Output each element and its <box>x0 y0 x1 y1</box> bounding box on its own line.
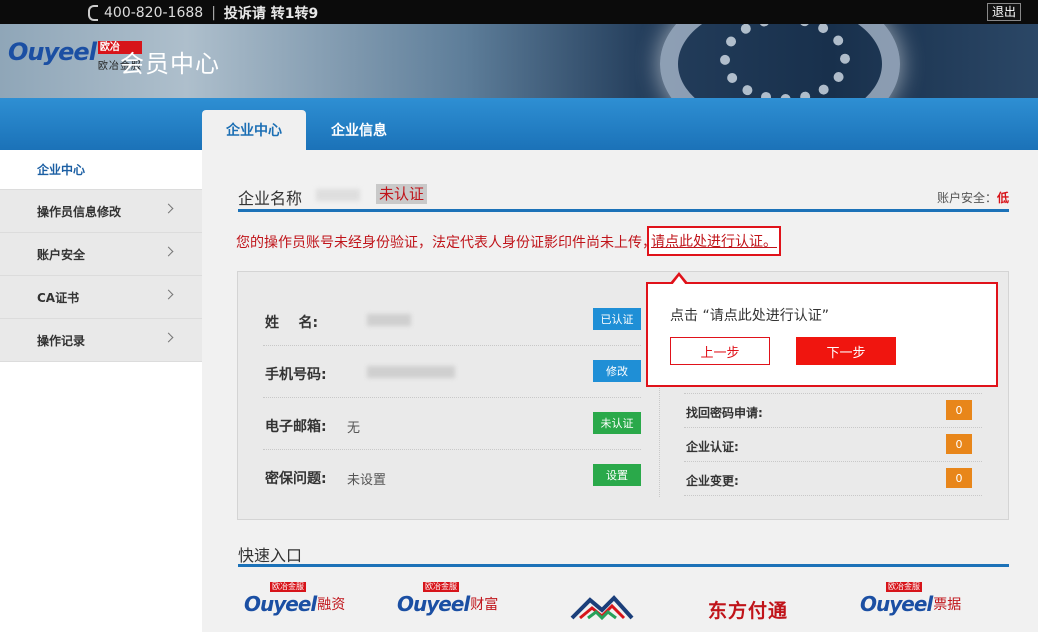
info-key: 手机号码: <box>265 367 327 383</box>
quick-link-dongfang[interactable]: 东方付通 <box>708 596 788 623</box>
email-verify-button[interactable]: 未认证 <box>593 412 641 434</box>
quick-word: Ouyeel <box>244 592 317 616</box>
quick-suffix: 融资 <box>317 597 346 613</box>
hotline: 400-820-1688 | 投诉请 转1转9 <box>88 3 318 23</box>
sidebar-item-label: 操作记录 <box>37 333 86 348</box>
quick-link-bills[interactable]: 欧冶金服 Ouyeel 票据 <box>860 582 962 616</box>
info-key: 密保问题: <box>265 471 327 487</box>
right-key: 企业认证: <box>686 440 739 454</box>
set-question-button[interactable]: 设置 <box>593 464 641 486</box>
phone-number: 400-820-1688 <box>104 5 204 21</box>
quick-suffix: 票据 <box>933 597 962 613</box>
sidebar-item-label: 账户安全 <box>37 247 86 262</box>
info-key: 姓 名: <box>265 315 319 331</box>
account-safety: 账户安全：低 <box>937 189 1009 206</box>
decorative-ring-inner <box>720 24 850 98</box>
company-name-label: 企业名称 <box>238 189 303 208</box>
chevron-right-icon <box>163 246 174 257</box>
count-badge[interactable]: 0 <box>946 434 972 454</box>
popup-arrow-inner <box>672 276 686 285</box>
company-name-redacted <box>316 189 360 201</box>
quick-word: Ouyeel <box>860 592 933 616</box>
page-title: 会员中心 <box>120 50 220 78</box>
right-row-enterprise-auth: 企业认证: 0 <box>684 428 982 462</box>
sidebar-item-label: 企业中心 <box>37 163 86 177</box>
chevron-right-icon <box>163 289 174 300</box>
right-key: 找回密码申请: <box>686 406 763 420</box>
quick-entry-title: 快速入口 <box>238 546 303 565</box>
chevron-right-icon <box>163 203 174 214</box>
safety-level: 低 <box>996 191 1009 205</box>
complaint-text: 投诉请 转1转9 <box>223 6 319 22</box>
sidebar-item-enterprise-center[interactable]: 企业中心 <box>0 150 202 190</box>
safety-label: 账户安全： <box>936 191 997 205</box>
right-row-enterprise-change: 企业变更: 0 <box>684 462 982 496</box>
warning-text: 您的操作员账号未经身份验证，法定代表人身份证影印件尚未上传， <box>236 235 656 251</box>
quick-badge: 欧冶金服 <box>423 582 459 592</box>
quick-link-financing[interactable]: 欧冶金服 Ouyeel 融资 <box>244 582 346 616</box>
sidebar-item-account-security[interactable]: 账户安全 <box>0 233 202 276</box>
info-row-security-question: 密保问题: 未设置 设置 <box>263 450 641 502</box>
modify-button[interactable]: 修改 <box>593 360 641 382</box>
logo-word: Ouyeel <box>8 38 97 66</box>
name-redacted <box>367 314 411 326</box>
popup-text: 点击 “请点此处进行认证” <box>670 308 829 324</box>
info-value: 无 <box>347 421 361 436</box>
info-row-phone: 手机号码: 修改 <box>263 346 641 398</box>
sidebar-item-operation-log[interactable]: 操作记录 <box>0 319 202 362</box>
right-row-password-recovery: 找回密码申请: 0 <box>684 394 982 428</box>
header-banner: Ouyeel 欧冶 欧冶金服 会员中心 <box>0 24 1038 98</box>
quick-entry-header: 快速入口 <box>238 542 1009 567</box>
sidebar-item-label: 操作员信息修改 <box>37 204 122 219</box>
top-bar: 400-820-1688 | 投诉请 转1转9 退出 <box>0 0 1038 24</box>
quick-badge: 欧冶金服 <box>270 582 306 592</box>
info-row-name: 姓 名: 已认证 <box>263 294 641 346</box>
sidebar-item-ca-cert[interactable]: CA证书 <box>0 276 202 319</box>
quick-word: Ouyeel <box>397 592 470 616</box>
count-badge[interactable]: 0 <box>946 400 972 420</box>
guide-popup: 点击 “请点此处进行认证” 上一步 下一步 <box>646 272 998 387</box>
chevron-right-icon <box>163 332 174 343</box>
info-value: 未设置 <box>347 473 387 488</box>
right-key: 企业变更: <box>686 474 739 488</box>
info-key: 电子邮箱: <box>265 419 327 435</box>
phone-icon <box>88 5 98 21</box>
count-badge[interactable]: 0 <box>946 468 972 488</box>
tab-enterprise-center[interactable]: 企业中心 <box>202 110 306 150</box>
mountain-logo-icon[interactable] <box>570 594 634 620</box>
verify-link[interactable]: 请点此处进行认证。 <box>647 226 781 256</box>
logout-button[interactable]: 退出 <box>986 3 1021 21</box>
verified-button[interactable]: 已认证 <box>593 308 641 330</box>
sidebar: 企业中心 操作员信息修改 账户安全 CA证书 操作记录 <box>0 150 202 362</box>
phone-redacted <box>367 366 455 378</box>
sidebar-item-operator-info[interactable]: 操作员信息修改 <box>0 190 202 233</box>
status-badge: 未认证 <box>376 184 428 204</box>
main-nav: 企业中心 企业信息 <box>0 98 1038 150</box>
tab-enterprise-info[interactable]: 企业信息 <box>307 110 411 150</box>
company-header: 企业名称 未认证 账户安全：低 <box>238 184 1009 212</box>
quick-link-wealth[interactable]: 欧冶金服 Ouyeel 财富 <box>397 582 499 616</box>
next-step-button[interactable]: 下一步 <box>796 337 896 365</box>
separator: | <box>211 5 216 21</box>
quick-badge: 欧冶金服 <box>886 582 922 592</box>
quick-suffix: 财富 <box>470 597 499 613</box>
sidebar-item-label: CA证书 <box>37 290 80 305</box>
previous-step-button[interactable]: 上一步 <box>670 337 770 365</box>
info-row-email: 电子邮箱: 无 未认证 <box>263 398 641 450</box>
